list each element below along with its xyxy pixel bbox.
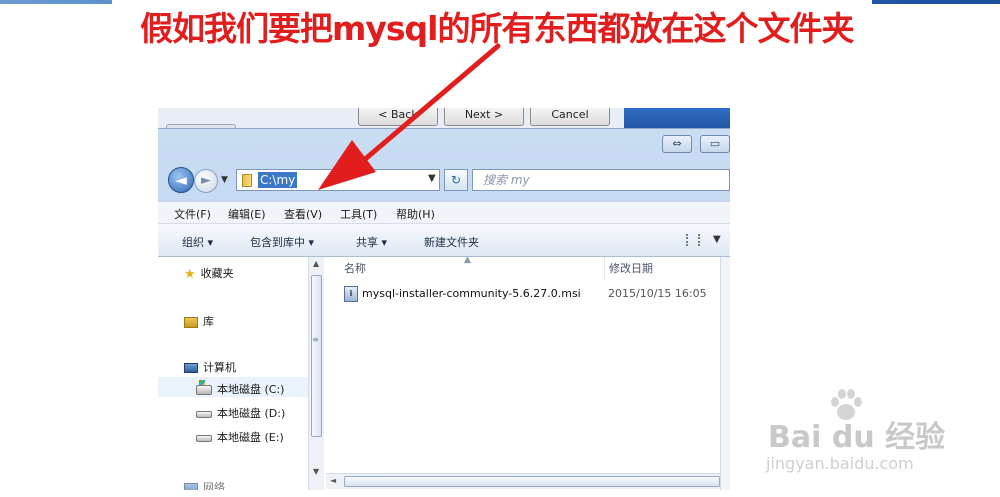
watermark-url: jingyan.baidu.com xyxy=(766,454,914,473)
column-header-name[interactable]: 名称 xyxy=(344,257,594,281)
view-options-icon[interactable] xyxy=(686,234,700,246)
file-name: mysql-installer-community-5.6.27.0.msi xyxy=(362,287,581,300)
view-chevron-down-icon[interactable]: ▼ xyxy=(713,234,721,245)
scroll-up-icon[interactable]: ▲ xyxy=(313,259,319,268)
nav-item-label: 收藏夹 xyxy=(200,267,234,280)
nav-item-favorites[interactable]: ★ 收藏夹 xyxy=(184,265,234,282)
file-row[interactable]: i mysql-installer-community-5.6.27.0.msi… xyxy=(340,285,720,303)
wizard-cancel-button[interactable]: Cancel xyxy=(530,108,610,126)
nav-scroll-thumb[interactable] xyxy=(311,275,322,437)
folder-icon xyxy=(242,174,252,187)
grip-icon: ≡ xyxy=(312,335,319,344)
menu-file[interactable]: 文件(F) xyxy=(174,206,211,222)
library-icon xyxy=(184,316,198,328)
baidu-jingyan-logo: Bai du 经验 xyxy=(768,420,946,455)
address-path[interactable]: C:\my xyxy=(258,172,298,188)
nav-item-network[interactable]: 网络 xyxy=(184,479,225,490)
organize-button[interactable]: 组织 ▾ xyxy=(182,234,213,250)
wizard-back-button[interactable]: < Back xyxy=(358,108,438,126)
wizard-next-button[interactable]: Next > xyxy=(444,108,524,126)
include-in-library-button[interactable]: 包含到库中 ▾ xyxy=(250,234,314,250)
address-bar[interactable]: C:\my xyxy=(236,169,440,191)
msi-installer-icon: i xyxy=(344,286,358,302)
close-button[interactable]: ▭ xyxy=(700,135,730,153)
scroll-left-icon[interactable]: ◄ xyxy=(330,476,336,485)
command-bar: 组织 ▾ 包含到库中 ▾ 共享 ▾ 新建文件夹 ▼ xyxy=(158,223,730,257)
menu-tools[interactable]: 工具(T) xyxy=(340,206,377,222)
nav-item-drive-d[interactable]: 本地磁盘 (D:) xyxy=(196,405,285,421)
address-chevron-down-icon[interactable]: ▼ xyxy=(428,173,436,184)
drive-icon xyxy=(196,410,212,418)
share-button[interactable]: 共享 ▾ xyxy=(356,234,387,250)
column-header-date-modified[interactable]: 修改日期 xyxy=(604,257,724,281)
menu-edit[interactable]: 编辑(E) xyxy=(228,206,266,222)
explorer-window: ⇔ ▭ ◄ ► ▼ C:\my ▼ ↻ 搜索 my 文件(F) 编辑(E) 查看… xyxy=(158,128,730,490)
nav-item-label: 网络 xyxy=(203,481,225,490)
nav-item-computer[interactable]: 计算机 xyxy=(184,359,236,375)
nav-item-libraries[interactable]: 库 xyxy=(184,313,214,329)
drive-icon xyxy=(196,434,212,442)
top-banner xyxy=(0,0,1000,6)
file-vertical-scrollbar[interactable] xyxy=(720,257,730,490)
file-date-modified: 2015/10/15 16:05 xyxy=(608,287,707,300)
back-arrow-icon[interactable]: ◄ xyxy=(168,167,194,193)
explorer-body: ★ 收藏夹 库 计算机 本地磁盘 (C:) 本地磁盘 (D:) 本地磁盘 (E:) xyxy=(158,255,730,490)
file-list-pane: ▲ 名称 修改日期 i mysql-installer-community-5.… xyxy=(326,255,720,490)
nav-item-label: 库 xyxy=(203,315,214,328)
windows-drive-icon xyxy=(196,380,212,395)
nav-item-label: 本地磁盘 (C:) xyxy=(217,383,285,396)
nav-item-drive-c[interactable]: 本地磁盘 (C:) xyxy=(196,380,285,397)
new-folder-button[interactable]: 新建文件夹 xyxy=(424,234,479,250)
network-icon xyxy=(184,483,198,490)
menu-view[interactable]: 查看(V) xyxy=(284,206,322,222)
nav-item-drive-e[interactable]: 本地磁盘 (E:) xyxy=(196,429,284,445)
scroll-down-icon[interactable]: ▼ xyxy=(313,467,319,476)
top-banner-gap xyxy=(112,0,872,4)
menu-bar: 文件(F) 编辑(E) 查看(V) 工具(T) 帮助(H) xyxy=(158,201,730,223)
maximize-button[interactable]: ⇔ xyxy=(662,135,692,153)
nav-item-label: 计算机 xyxy=(203,361,236,374)
nav-item-label: 本地磁盘 (E:) xyxy=(217,431,284,444)
navigation-pane: ★ 收藏夹 库 计算机 本地磁盘 (C:) 本地磁盘 (D:) 本地磁盘 (E:) xyxy=(158,257,308,490)
nav-item-label: 本地磁盘 (D:) xyxy=(217,407,286,420)
horizontal-scroll-thumb[interactable] xyxy=(344,476,720,487)
recent-pages-chevron-down-icon[interactable]: ▼ xyxy=(221,175,228,185)
star-icon: ★ xyxy=(184,266,196,282)
explorer-screenshot: < Back Next > Cancel ⇔ ▭ ◄ ► ▼ C:\my ▼ ↻… xyxy=(158,108,730,490)
horizontal-scrollbar[interactable]: ◄ xyxy=(326,473,720,489)
search-input[interactable]: 搜索 my xyxy=(472,169,730,191)
nav-scrollbar[interactable]: ▲ ≡ ▼ xyxy=(308,257,324,490)
computer-icon xyxy=(184,363,198,373)
menu-help[interactable]: 帮助(H) xyxy=(396,206,435,222)
annotation-caption: 假如我们要把mysql的所有东西都放在这个文件夹 xyxy=(140,9,854,48)
forward-arrow-icon[interactable]: ► xyxy=(194,169,218,193)
refresh-icon[interactable]: ↻ xyxy=(444,169,468,191)
window-controls: ⇔ ▭ xyxy=(662,135,730,153)
